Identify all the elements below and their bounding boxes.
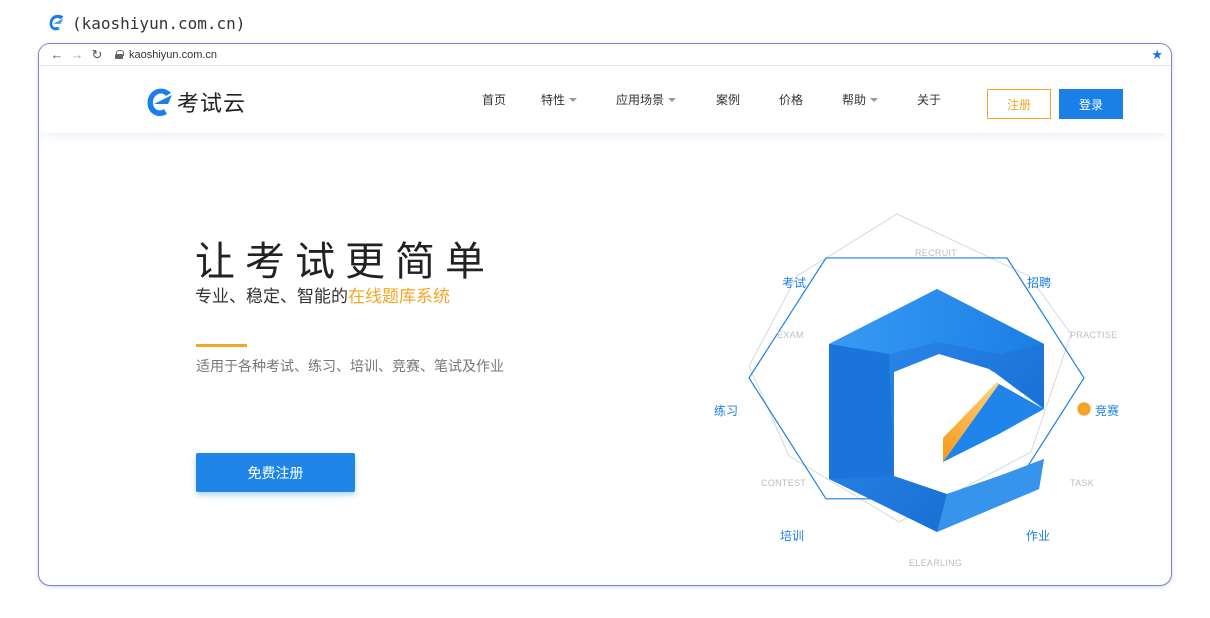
nav-label: 首页: [482, 93, 507, 107]
label-exam-cn: 考试: [782, 276, 807, 290]
nav-item-features[interactable]: 特性: [541, 91, 616, 108]
brand-e-icon: [147, 88, 172, 117]
page-caption: (kaoshiyun.com.cn): [46, 10, 245, 36]
lock-icon: [115, 50, 124, 59]
label-task-en: TASK: [1070, 478, 1095, 488]
nav-label: 案例: [716, 93, 741, 107]
nav-item-pricing[interactable]: 价格: [779, 91, 842, 108]
main-nav: 首页 特性 应用场景 案例 价格 帮助 关于: [482, 91, 957, 108]
chevron-down-icon: [870, 97, 879, 102]
label-recruit-cn: 招聘: [1027, 276, 1052, 290]
active-indicator-dot: [1077, 402, 1091, 416]
nav-label: 价格: [779, 93, 804, 107]
browser-window: ← → ↻ kaoshiyun.com.cn ★ 考试云 首页 特性 应用场景 …: [38, 43, 1172, 586]
register-button[interactable]: 注册: [987, 89, 1051, 119]
big-e-logo: [829, 289, 1044, 532]
free-register-button[interactable]: 免费注册: [196, 453, 355, 492]
address-bar[interactable]: kaoshiyun.com.cn: [115, 46, 1151, 64]
nav-item-scenarios[interactable]: 应用场景: [616, 91, 716, 108]
url-text: kaoshiyun.com.cn: [129, 48, 218, 61]
chevron-down-icon: [668, 97, 677, 102]
nav-label: 帮助: [842, 93, 867, 107]
label-elearning-en: ELEARLING: [909, 558, 963, 568]
forward-arrow-icon[interactable]: →: [67, 46, 87, 64]
hero-subtitle-plain: 专业、稳定、智能的: [195, 287, 348, 307]
label-exam-en: EXAM: [777, 330, 804, 340]
brand-logo[interactable]: 考试云: [145, 85, 246, 119]
hero-title: 让考试更简单: [195, 239, 495, 285]
label-task-cn: 作业: [1026, 529, 1051, 543]
nav-item-about[interactable]: 关于: [917, 91, 957, 108]
nav-item-home[interactable]: 首页: [482, 91, 541, 108]
scenarios-diagram: RECRUIT EXAM PRACTISE CONTEST TASK ELEAR…: [699, 194, 1119, 568]
nav-item-help[interactable]: 帮助: [842, 91, 917, 108]
login-button[interactable]: 登录: [1059, 89, 1123, 119]
caption-text: (kaoshiyun.com.cn): [72, 13, 246, 33]
nav-label: 应用场景: [616, 93, 665, 107]
nav-label: 特性: [541, 93, 566, 107]
bookmark-star-icon[interactable]: ★: [1151, 47, 1163, 63]
chevron-down-icon: [569, 97, 578, 102]
e-logo-icon: [49, 14, 64, 31]
hero-subtitle-highlight: 在线题库系统: [348, 287, 450, 307]
browser-toolbar: ← → ↻ kaoshiyun.com.cn ★: [39, 44, 1171, 66]
label-contest-cn: 竞赛: [1095, 404, 1120, 418]
site-header: 考试云 首页 特性 应用场景 案例 价格 帮助 关于 注册 登录: [39, 67, 1171, 133]
label-contest-en: CONTEST: [761, 478, 807, 488]
label-practise-en: PRACTISE: [1070, 330, 1118, 340]
back-arrow-icon[interactable]: ←: [47, 46, 67, 64]
label-recruit-en: RECRUIT: [915, 248, 958, 258]
label-practice-cn: 练习: [714, 404, 739, 418]
nav-label: 关于: [917, 93, 942, 107]
reload-icon[interactable]: ↻: [87, 46, 107, 64]
label-elearning-cn: 培训: [780, 529, 805, 543]
hero-description: 适用于各种考试、练习、培训、竞赛、笔试及作业: [196, 359, 504, 375]
nav-item-cases[interactable]: 案例: [716, 91, 779, 108]
brand-name: 考试云: [177, 92, 247, 117]
accent-divider: [196, 344, 247, 347]
hero-subtitle: 专业、稳定、智能的在线题库系统: [195, 282, 450, 307]
diagram-graphic: [748, 213, 1085, 532]
